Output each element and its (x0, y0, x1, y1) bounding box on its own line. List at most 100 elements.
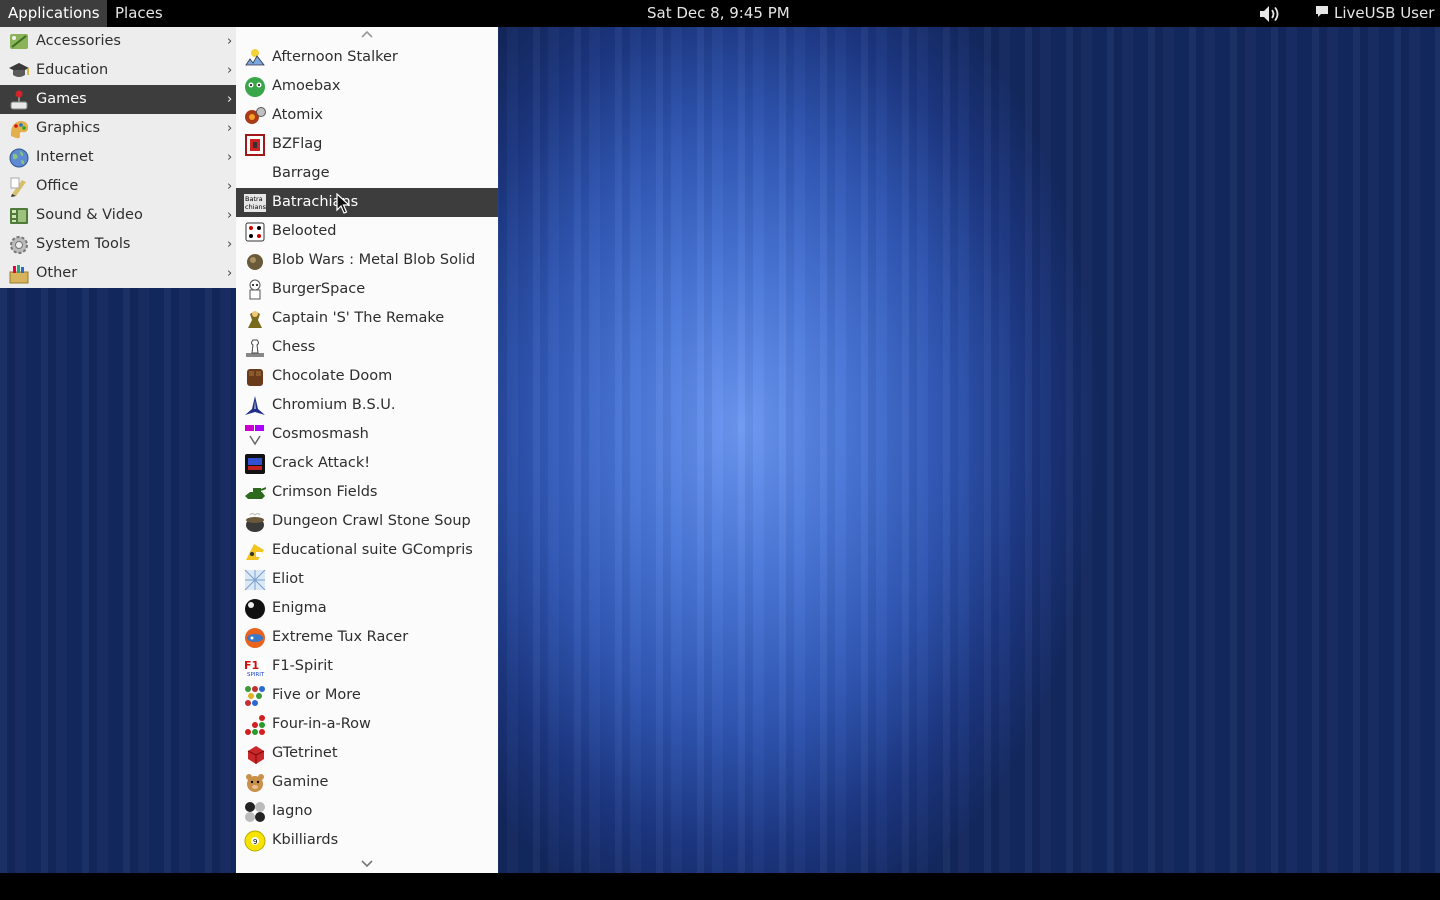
category-system-tools[interactable]: System Tools › (0, 230, 236, 259)
game-item-enigma[interactable]: Enigma (236, 594, 498, 623)
game-item-batrachians[interactable]: Batra chians Batrachians (236, 188, 498, 217)
education-icon (9, 63, 29, 77)
game-label: Captain 'S' The Remake (272, 310, 445, 326)
afternoon-stalker-icon (245, 49, 265, 66)
iagno-icon (245, 802, 265, 822)
game-label: Dungeon Crawl Stone Soup (272, 513, 471, 529)
gtetrinet-icon (247, 746, 265, 764)
game-label: Blob Wars : Metal Blob Solid (272, 252, 476, 268)
game-item-four-in-a-row[interactable]: Four-in-a-Row (236, 710, 498, 739)
chess-icon (246, 339, 264, 357)
applications-menu-button[interactable]: Applications (0, 0, 107, 27)
scroll-down-arrow-icon[interactable] (360, 857, 374, 871)
user-menu-button[interactable]: LiveUSB User (1315, 0, 1434, 27)
gcompris-icon (246, 544, 264, 560)
game-item-chess[interactable]: Chess (236, 333, 498, 362)
dungeon-crawl-icon (246, 513, 264, 532)
game-item-captain-s-the-remake[interactable]: Captain 'S' The Remake (236, 304, 498, 333)
category-label: Graphics (36, 120, 101, 136)
category-label: Accessories (36, 33, 121, 49)
svg-text:Batra: Batra (245, 195, 263, 203)
submenu-arrow-icon: › (227, 150, 233, 165)
user-name: LiveUSB User (1334, 4, 1435, 22)
office-icon (10, 177, 26, 197)
game-label: Five or More (272, 687, 361, 703)
submenu-arrow-icon: › (227, 266, 233, 281)
category-accessories[interactable]: Accessories › (0, 27, 236, 56)
game-label: Four-in-a-Row (272, 716, 371, 732)
game-label: F1-Spirit (272, 658, 333, 674)
game-label: GTetrinet (272, 745, 338, 761)
game-item-chocolate-doom[interactable]: Chocolate Doom (236, 362, 498, 391)
f1-spirit-icon: F1SPIRIT (244, 658, 266, 678)
game-item-burgerspace[interactable]: BurgerSpace (236, 275, 498, 304)
graphics-icon (10, 121, 29, 139)
amoebax-icon (245, 77, 265, 97)
game-label: Enigma (272, 600, 327, 616)
game-label: Chocolate Doom (272, 368, 393, 384)
category-label: System Tools (36, 236, 131, 252)
tux-racer-icon (245, 628, 265, 648)
barrage-icon (244, 163, 266, 185)
game-item-afternoon-stalker[interactable]: Afternoon Stalker (236, 43, 498, 72)
game-item-chromium-b-s-u[interactable]: Chromium B.S.U. (236, 391, 498, 420)
game-item-barrage[interactable]: Barrage (236, 159, 498, 188)
bzflag-icon (245, 134, 265, 156)
cosmosmash-icon (245, 425, 264, 446)
game-label: Crimson Fields (272, 484, 378, 500)
game-item-crack-attack[interactable]: Crack Attack! (236, 449, 498, 478)
captain-s-icon (248, 311, 262, 328)
game-item-gamine[interactable]: Gamine (236, 768, 498, 797)
game-label: Afternoon Stalker (272, 49, 398, 65)
places-menu-button[interactable]: Places (107, 0, 171, 27)
volume-icon[interactable] (1258, 4, 1282, 24)
blob-wars-icon (247, 254, 263, 270)
category-other[interactable]: Other › (0, 259, 236, 288)
enigma-icon (245, 599, 265, 619)
category-label: Internet (36, 149, 94, 165)
game-item-blob-wars-metal-blob-solid[interactable]: Blob Wars : Metal Blob Solid (236, 246, 498, 275)
game-item-iagno[interactable]: Iagno (236, 797, 498, 826)
category-games[interactable]: Games › (0, 85, 236, 114)
game-label: BurgerSpace (272, 281, 366, 297)
accessories-icon (10, 34, 28, 49)
category-graphics[interactable]: Graphics › (0, 114, 236, 143)
chat-status-icon (1316, 6, 1328, 17)
game-label: Iagno (272, 803, 313, 819)
game-item-atomix[interactable]: Atomix (236, 101, 498, 130)
game-label: Gamine (272, 774, 329, 790)
belooted-icon (245, 222, 265, 242)
game-label: Cosmosmash (272, 426, 369, 442)
game-item-educational-suite-gcompris[interactable]: Educational suite GCompris (236, 536, 498, 565)
game-item-dungeon-crawl-stone-soup[interactable]: Dungeon Crawl Stone Soup (236, 507, 498, 536)
game-item-gtetrinet[interactable]: GTetrinet (236, 739, 498, 768)
svg-text:F1: F1 (244, 659, 259, 672)
game-item-bzflag[interactable]: BZFlag (236, 130, 498, 159)
five-or-more-icon (245, 686, 265, 706)
game-label: Chess (272, 339, 316, 355)
game-item-crimson-fields[interactable]: Crimson Fields (236, 478, 498, 507)
category-internet[interactable]: Internet › (0, 143, 236, 172)
svg-text:chians: chians (245, 203, 266, 211)
game-item-five-or-more[interactable]: Five or More (236, 681, 498, 710)
category-office[interactable]: Office › (0, 172, 236, 201)
crack-attack-icon (245, 454, 265, 474)
game-item-eliot[interactable]: Eliot (236, 565, 498, 594)
category-sound-video[interactable]: Sound & Video › (0, 201, 236, 230)
game-label: Eliot (272, 571, 304, 587)
game-item-belooted[interactable]: Belooted (236, 217, 498, 246)
four-in-a-row-icon (245, 715, 265, 735)
game-item-f1-spirit[interactable]: F1 SPIRIT F1-Spirit (236, 652, 498, 681)
game-item-extreme-tux-racer[interactable]: Extreme Tux Racer (236, 623, 498, 652)
crimson-fields-icon (245, 487, 266, 499)
category-education[interactable]: Education › (0, 56, 236, 85)
clock[interactable]: Sat Dec 8, 9:45 PM (647, 0, 790, 27)
scroll-up-arrow-icon[interactable] (360, 27, 374, 41)
game-item-cosmosmash[interactable]: Cosmosmash (236, 420, 498, 449)
batrachians-icon: Batrachians (244, 194, 266, 212)
atomix-icon (245, 107, 266, 124)
other-icon (9, 265, 29, 284)
game-label: Barrage (272, 165, 330, 181)
game-item-kbilliards[interactable]: 9 Kbilliards (236, 826, 498, 855)
game-item-amoebax[interactable]: Amoebax (236, 72, 498, 101)
